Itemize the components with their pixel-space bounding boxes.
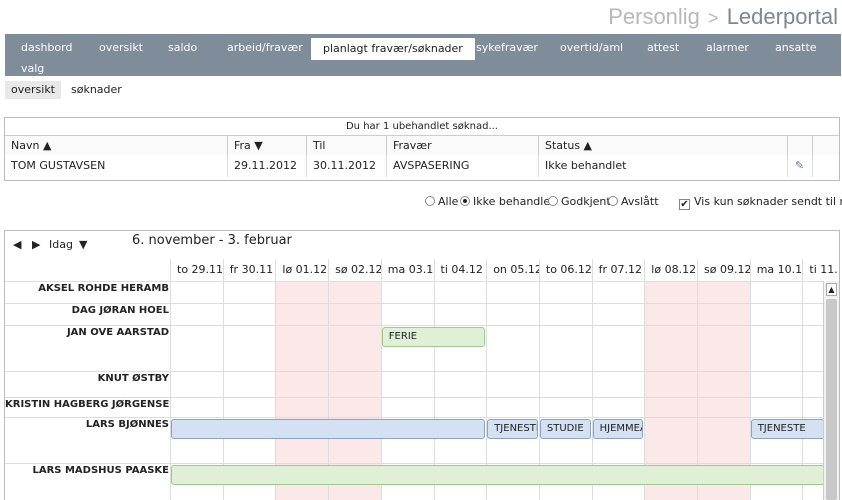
previous-period-icon[interactable]: ◀ xyxy=(13,238,21,251)
day-header: to 29.11 xyxy=(170,259,223,281)
absence-bar[interactable] xyxy=(171,419,486,439)
absence-bar[interactable] xyxy=(171,465,839,485)
employee-name[interactable]: KRISTIN HAGBERG JØRGENSEN xyxy=(5,397,169,417)
nav-item-3[interactable]: arbeid/fravær xyxy=(227,41,303,54)
filter-label-2: Godkjent xyxy=(561,195,611,208)
absence-bar[interactable]: TJENESTE xyxy=(487,419,538,439)
main-navigation: dashbord oversikt saldo arbeid/fravær planla… xyxy=(5,34,841,76)
nav-item-9[interactable]: ansatte xyxy=(775,41,817,54)
day-header: sø 02.12 xyxy=(328,259,381,281)
requests-col-header-actions xyxy=(788,135,813,155)
today-button[interactable]: Idag xyxy=(49,238,73,251)
calendar-grid: to 29.11fr 30.11lø 01.12sø 02.12ma 03.12… xyxy=(5,259,839,500)
pending-requests-table: Du har 1 ubehandlet søknad... Navn ▲ Fra … xyxy=(4,117,840,181)
requests-col-header-1[interactable]: Fra ▼ xyxy=(228,135,307,155)
edit-request-icon[interactable]: ✎ xyxy=(788,155,813,177)
calendar-toolbar: ◀ ▶ Idag ▼ 6. november - 3. februar xyxy=(5,231,839,259)
scroll-up-icon[interactable]: ▲ xyxy=(826,283,837,296)
scroll-thumb[interactable] xyxy=(826,299,837,500)
day-header: lø 01.12 xyxy=(275,259,328,281)
day-header: ti 11.12 xyxy=(802,259,839,281)
absence-bar[interactable]: FERIE xyxy=(381,327,486,347)
filter-option-2[interactable]: Godkjent xyxy=(548,195,611,209)
filter-radio-1[interactable] xyxy=(460,196,470,206)
filter-option-3[interactable]: Avslått xyxy=(608,195,659,209)
filter-label-3: Avslått xyxy=(621,195,659,208)
brand-product: Personlig xyxy=(608,4,700,29)
requests-col-header-4[interactable]: Status ▲ xyxy=(539,135,788,155)
day-header: on 05.12 xyxy=(486,259,539,281)
nav-item-6[interactable]: overtid/aml xyxy=(560,41,623,54)
requests-col-header-spacer xyxy=(813,135,839,155)
filter-radio-0[interactable] xyxy=(425,196,435,206)
absence-calendar: ◀ ▶ Idag ▼ 6. november - 3. februar to 2… xyxy=(4,230,840,500)
brand-title: Personlig > Lederportal xyxy=(608,4,838,30)
employee-name[interactable]: JAN OVE AARSTAD xyxy=(5,325,169,371)
day-header: ma 10.12 xyxy=(749,259,802,281)
nav-item-5[interactable]: sykefravær xyxy=(476,41,538,54)
nav-item-8[interactable]: alarmer xyxy=(706,41,749,54)
requests-cell-absence: AVSPASERING xyxy=(387,155,539,177)
requests-cell-to: 30.11.2012 xyxy=(307,155,387,177)
employee-name[interactable]: LARS MADSHUS PAASKE xyxy=(5,463,169,500)
employee-name[interactable]: LARS BJØNNES xyxy=(5,417,169,463)
filter-option-0[interactable]: Alle xyxy=(425,195,458,209)
requests-cell-status: Ikke behandlet xyxy=(539,155,788,177)
brand-section: Lederportal xyxy=(726,4,838,29)
requests-col-header-0[interactable]: Navn ▲ xyxy=(5,135,228,155)
day-header: ma 03.12 xyxy=(380,259,433,281)
pending-requests-banner: Du har 1 ubehandlet søknad... xyxy=(345,121,498,132)
calendar-range: 6. november - 3. februar xyxy=(132,233,292,248)
nav-item-7[interactable]: attest xyxy=(647,41,679,54)
nav-item-2[interactable]: saldo xyxy=(168,41,197,54)
filter-label-1: Ikke behandlet xyxy=(473,195,555,208)
day-header: fr 30.11 xyxy=(222,259,276,281)
filter-radio-3[interactable] xyxy=(608,196,618,206)
nav-item-0[interactable]: dashbord xyxy=(21,41,72,54)
period-dropdown-icon[interactable]: ▼ xyxy=(79,238,87,251)
filter-option-1[interactable]: Ikke behandlet xyxy=(460,195,554,209)
filter-radio-2[interactable] xyxy=(548,196,558,206)
nav-item-4[interactable]: planlagt fravær/søknader xyxy=(311,38,475,60)
only-sent-to-me-checkbox[interactable]: ✔ xyxy=(679,199,690,210)
day-header: fr 07.12 xyxy=(591,259,645,281)
day-header: ti 04.12 xyxy=(433,259,487,281)
requests-col-header-3[interactable]: Fravær xyxy=(387,135,539,155)
requests-cell-from: 29.11.2012 xyxy=(228,155,307,177)
nav-item-10[interactable]: valg xyxy=(21,62,44,75)
employee-name[interactable]: AKSEL ROHDE HERAMB xyxy=(5,281,169,303)
calendar-scrollbar[interactable]: ▲ xyxy=(823,281,839,500)
subnav-item-1[interactable]: søknader xyxy=(65,81,128,99)
requests-cell-name: TOM GUSTAVSEN xyxy=(5,155,228,177)
subnav-item-0[interactable]: oversikt xyxy=(5,81,61,99)
day-header: to 06.12 xyxy=(538,259,592,281)
absence-bar[interactable]: HJEMMEARBEID xyxy=(592,419,644,439)
filter-label-0: Alle xyxy=(438,195,459,208)
day-header: lø 08.12 xyxy=(644,259,697,281)
requests-col-header-2[interactable]: Til xyxy=(307,135,387,155)
day-header: sø 09.12 xyxy=(697,259,750,281)
absence-bar[interactable]: STUDIE xyxy=(539,419,591,439)
next-period-icon[interactable]: ▶ xyxy=(32,238,40,251)
brand-separator-icon: > xyxy=(708,8,719,28)
only-sent-to-me-option[interactable]: ✔ Vis kun søknader sendt til meg xyxy=(679,195,842,210)
only-sent-to-me-label: Vis kun søknader sendt til meg xyxy=(694,195,842,208)
nav-item-1[interactable]: oversikt xyxy=(99,41,143,54)
employee-name[interactable]: DAG JØRAN HOEL xyxy=(5,303,169,325)
employee-name[interactable]: KNUT ØSTBY xyxy=(5,371,169,397)
